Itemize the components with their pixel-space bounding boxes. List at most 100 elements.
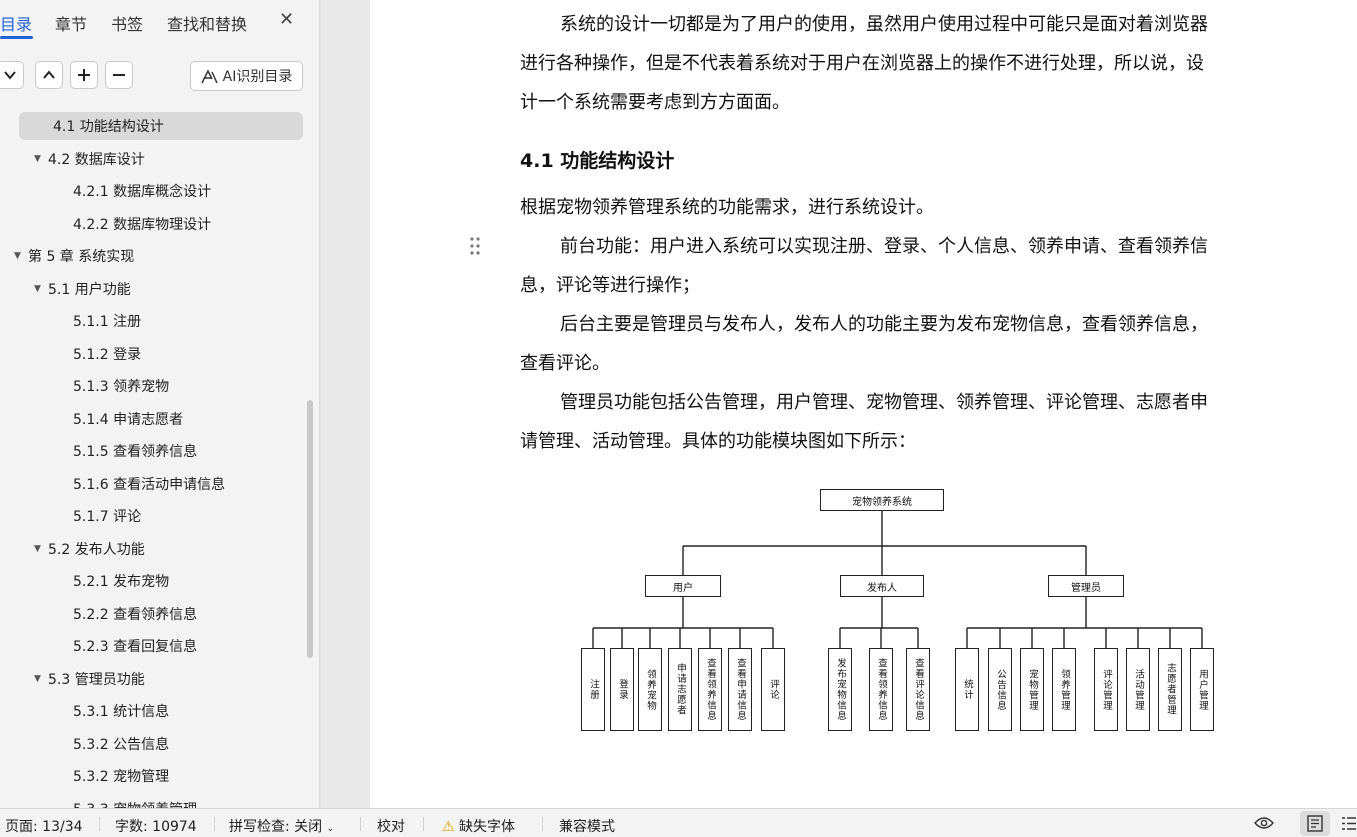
- toc-item[interactable]: ▼ 5.1 用户功能: [34, 275, 131, 303]
- warning-icon: ⚠: [442, 819, 455, 835]
- add-heading-button[interactable]: [70, 61, 98, 89]
- divider: [360, 817, 361, 831]
- expand-up-button[interactable]: [35, 61, 63, 89]
- diagram-leaf-node: 统计: [955, 648, 979, 731]
- expand-caret-icon[interactable]: ▼: [34, 674, 48, 684]
- toc-item-label: 5.3.2 公告信息: [73, 736, 170, 753]
- diagram-leaf-node: 用户管理: [1190, 648, 1214, 731]
- paragraph-backend[interactable]: 后台主要是管理员与发布人，发布人的功能主要为发布宠物信息，查看领养信息，查看评论…: [520, 305, 1215, 383]
- toc-item[interactable]: 5.1.1 注册: [73, 307, 141, 335]
- toc-item[interactable]: 4.2.1 数据库概念设计: [73, 177, 211, 205]
- expand-caret-icon[interactable]: ▼: [34, 154, 48, 164]
- page-view-icon[interactable]: [1307, 815, 1323, 836]
- missing-font-label: 缺失字体: [459, 819, 516, 835]
- divider: [214, 817, 215, 831]
- toc-item-label: 5.3.2 宠物管理: [73, 769, 170, 785]
- toc-item-label: 第 5 章 系统实现: [28, 249, 135, 265]
- ai-button-label: AI识别目录: [222, 69, 293, 85]
- nav-tabs: 目录 章节 书签 查找和替换 ✕: [0, 0, 319, 44]
- diagram-group-node: 用户: [645, 575, 721, 597]
- toc-item-label: 4.2 数据库设计: [48, 151, 145, 168]
- toc-item[interactable]: ▼ 5.3 管理员功能: [34, 665, 145, 693]
- paragraph-intro[interactable]: 系统的设计一切都是为了用户的使用，虽然用户使用过程中可能只是面对着浏览器进行各种…: [520, 5, 1215, 122]
- expand-caret-icon[interactable]: ▼: [14, 251, 28, 261]
- toc-item-label: 5.1.6 查看活动申请信息: [73, 476, 226, 493]
- toc-item-label: 5.2 发布人功能: [48, 541, 145, 558]
- paragraph-requirements[interactable]: 根据宠物领养管理系统的功能需求，进行系统设计。: [520, 188, 1215, 227]
- section-heading[interactable]: 4.1 功能结构设计: [520, 146, 674, 173]
- toc-item[interactable]: 5.3.2 宠物管理: [73, 762, 169, 790]
- toc-item[interactable]: 5.1.6 查看活动申请信息: [73, 470, 225, 498]
- toc-item[interactable]: 5.2.1 发布宠物: [73, 567, 169, 595]
- page-indicator[interactable]: 页面: 13/34: [5, 816, 83, 836]
- toc-item[interactable]: 5.2.3 查看回复信息: [73, 632, 197, 660]
- outline-view-icon[interactable]: [1341, 815, 1357, 836]
- tab-bookmarks[interactable]: 书签: [111, 11, 143, 35]
- divider: [99, 817, 100, 831]
- toc-item[interactable]: 4.1 功能结构设计: [19, 112, 303, 140]
- diagram-leaf-node: 查看领养信息: [869, 648, 893, 731]
- tab-find-replace[interactable]: 查找和替换: [167, 11, 247, 35]
- chevron-down-icon: [4, 71, 16, 80]
- expand-caret-icon[interactable]: ▼: [34, 284, 48, 294]
- toc-item[interactable]: 5.3.3 宠物领养管理: [73, 795, 197, 809]
- spell-check-toggle[interactable]: 拼写检查: 关闭 ⌄: [229, 816, 334, 836]
- toc-item[interactable]: 4.2.2 数据库物理设计: [73, 210, 211, 238]
- toc-item[interactable]: 5.3.1 统计信息: [73, 697, 169, 725]
- tab-chapters[interactable]: 章节: [55, 11, 87, 35]
- function-module-diagram: 宠物领养系统 用户 注册 登录 领养宠物 申请志愿者 查看领养信息 查看申请信息 评论 发布人 发布…: [570, 480, 1220, 740]
- paragraph-admin[interactable]: 管理员功能包括公告管理，用户管理、宠物管理、领养管理、评论管理、志愿者申请管理、…: [520, 383, 1215, 461]
- toc-item-label: 5.2.3 查看回复信息: [73, 639, 198, 655]
- status-bar: 页面: 13/34 字数: 10974 拼写检查: 关闭 ⌄ 校对 ⚠ 缺失字体…: [0, 808, 1357, 837]
- toc-item[interactable]: ▼ 第 5 章 系统实现: [14, 242, 134, 270]
- diagram-leaf-node: 宠物管理: [1020, 648, 1044, 731]
- toc-item-label: 4.2.1 数据库概念设计: [73, 184, 212, 200]
- drag-handle-icon[interactable]: [469, 236, 481, 256]
- toc-item[interactable]: 5.1.7 评论: [73, 502, 141, 530]
- active-tab-indicator: [0, 36, 33, 39]
- document-page[interactable]: 系统的设计一切都是为了用户的使用，虽然用户使用过程中可能只是面对着浏览器进行各种…: [370, 0, 1357, 808]
- proofread-button[interactable]: 校对: [377, 816, 405, 836]
- toc-item-label: 5.1.4 申请志愿者: [73, 411, 184, 428]
- compat-mode-label: 兼容模式: [559, 819, 615, 835]
- diagram-leaf-node: 公告信息: [988, 648, 1012, 731]
- remove-heading-button[interactable]: [105, 61, 133, 89]
- diagram-leaf-node: 查看领养信息: [698, 648, 722, 731]
- diagram-leaf-node: 领养管理: [1052, 648, 1076, 731]
- toc-item-label: 5.1.1 注册: [73, 314, 142, 330]
- toc-item[interactable]: 5.2.2 查看领养信息: [73, 600, 197, 628]
- missing-font-button[interactable]: ⚠ 缺失字体: [442, 816, 515, 836]
- toc-item[interactable]: 5.1.3 领养宠物: [73, 372, 169, 400]
- toc-item-label: 5.1.2 登录: [73, 346, 142, 363]
- toc-item[interactable]: ▼ 5.2 发布人功能: [34, 535, 145, 563]
- tab-toc[interactable]: 目录: [0, 11, 32, 35]
- toc-item-label: 5.3.1 统计信息: [73, 704, 170, 720]
- divider: [423, 817, 424, 831]
- diagram-group-node: 管理员: [1048, 575, 1124, 597]
- toc-item[interactable]: 5.3.2 公告信息: [73, 730, 169, 758]
- collapse-all-button[interactable]: [0, 61, 24, 89]
- toc-scrollbar[interactable]: [307, 400, 313, 658]
- diagram-leaf-node: 申请志愿者: [668, 648, 692, 731]
- diagram-root-node: 宠物领养系统: [820, 489, 944, 511]
- toc-item-label: 5.2.1 发布宠物: [73, 574, 170, 590]
- expand-caret-icon[interactable]: ▼: [34, 544, 48, 554]
- ai-pen-icon: [200, 68, 218, 83]
- toc-item[interactable]: 5.1.5 查看领养信息: [73, 437, 197, 465]
- toc-item-label: 5.1 用户功能: [48, 281, 131, 298]
- chevron-down-icon: ⌄: [326, 824, 335, 834]
- minus-icon: [113, 74, 125, 76]
- close-icon[interactable]: ✕: [279, 9, 294, 30]
- paragraph-frontend[interactable]: 前台功能：用户进入系统可以实现注册、登录、个人信息、领养申请、查看领养信息，评论…: [520, 227, 1215, 305]
- diagram-leaf-node: 注册: [581, 648, 605, 731]
- eye-icon[interactable]: [1254, 815, 1274, 835]
- toc-item-label: 5.1.3 领养宠物: [73, 379, 170, 395]
- diagram-leaf-node: 查看评论信息: [906, 648, 930, 731]
- word-count[interactable]: 字数: 10974: [115, 816, 197, 836]
- toc-item[interactable]: 5.1.2 登录: [73, 340, 141, 368]
- spell-check-label: 拼写检查: 关闭: [229, 819, 323, 835]
- diagram-leaf-node: 活动管理: [1126, 648, 1150, 731]
- toc-item[interactable]: 5.1.4 申请志愿者: [73, 405, 183, 433]
- ai-recognize-toc-button[interactable]: AI识别目录: [190, 61, 303, 91]
- toc-item[interactable]: ▼ 4.2 数据库设计: [34, 145, 145, 173]
